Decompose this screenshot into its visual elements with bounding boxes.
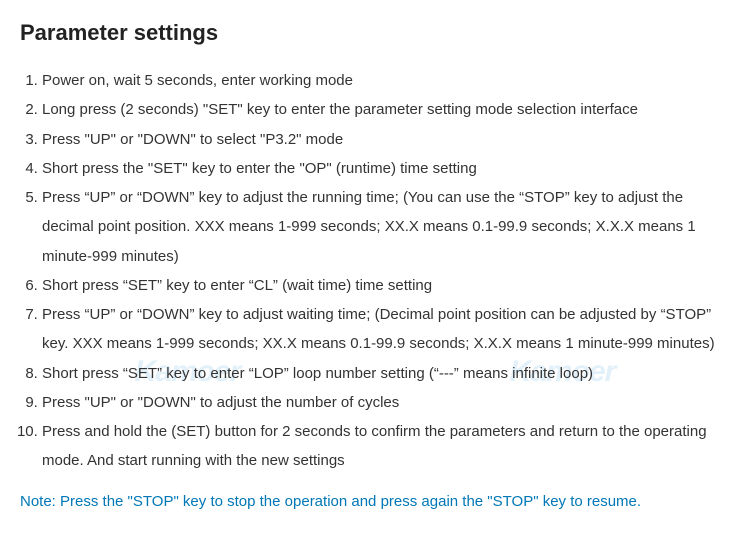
page-title: Parameter settings	[20, 20, 730, 46]
list-item: Press “UP” or “DOWN” key to adjust the r…	[42, 183, 730, 271]
list-item: Short press the "SET" key to enter the "…	[42, 154, 730, 183]
list-item: Press “UP” or “DOWN” key to adjust waiti…	[42, 300, 730, 359]
steps-list: Power on, wait 5 seconds, enter working …	[20, 66, 730, 476]
list-item: Long press (2 seconds) "SET" key to ente…	[42, 95, 730, 124]
note-text: Note: Press the "STOP" key to stop the o…	[20, 490, 730, 514]
list-item: Short press “SET” key to enter “CL” (wai…	[42, 271, 730, 300]
list-item: Press "UP" or "DOWN" to adjust the numbe…	[42, 388, 730, 417]
list-item: Power on, wait 5 seconds, enter working …	[42, 66, 730, 95]
list-item: Press and hold the (SET) button for 2 se…	[42, 417, 730, 476]
list-item: Press "UP" or "DOWN" to select "P3.2" mo…	[42, 125, 730, 154]
list-item: Short press “SET” key to enter “LOP” loo…	[42, 359, 730, 388]
